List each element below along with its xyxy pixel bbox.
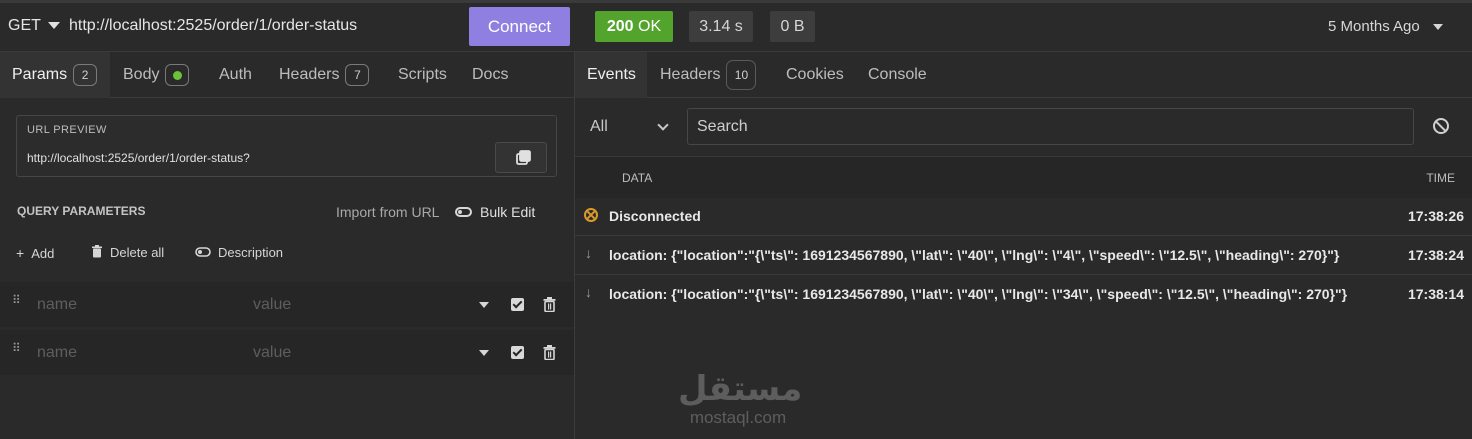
tab-console[interactable]: Console: [868, 52, 927, 98]
copy-url-button[interactable]: [495, 142, 547, 173]
add-param-button[interactable]: + Add: [16, 245, 54, 261]
history-dropdown[interactable]: 5 Months Ago: [1328, 18, 1420, 35]
bulk-edit-toggle-icon[interactable]: [455, 207, 472, 217]
tab-label: Headers: [279, 66, 340, 83]
param-value-input[interactable]: value: [253, 344, 291, 362]
events-table-header: DATA TIME: [575, 156, 1472, 198]
response-tabs: Events Headers 10 Cookies Console: [575, 52, 1472, 98]
tab-events[interactable]: Events: [575, 52, 647, 98]
trash-icon[interactable]: [543, 297, 556, 312]
copy-icon: [516, 150, 531, 165]
description-label: Description: [218, 245, 284, 260]
chevron-down-icon[interactable]: [1433, 24, 1443, 30]
param-name-input[interactable]: name: [37, 344, 77, 362]
url-preview-value: http://localhost:2525/order/1/order-stat…: [27, 151, 250, 165]
top-rule: [0, 0, 1472, 3]
toggle-icon: [195, 247, 211, 257]
tab-label: Params: [12, 66, 68, 83]
chevron-down-icon[interactable]: [479, 302, 489, 308]
tab-cookies[interactable]: Cookies: [786, 52, 844, 98]
status-text: OK: [638, 18, 662, 35]
tab-scripts[interactable]: Scripts: [398, 52, 447, 98]
url-preview: URL PREVIEW http://localhost:2525/order/…: [16, 115, 557, 177]
connect-button[interactable]: Connect: [469, 7, 570, 46]
chevron-down-icon[interactable]: [479, 350, 489, 356]
tab-auth[interactable]: Auth: [219, 52, 252, 98]
import-from-url-button[interactable]: Import from URL: [336, 204, 439, 220]
param-enabled-checkbox[interactable]: [511, 346, 524, 359]
event-search-input[interactable]: [687, 108, 1414, 145]
param-row: ⠿ name value: [0, 282, 574, 327]
chevron-down-icon[interactable]: [657, 119, 669, 131]
event-time: 17:38:24: [1407, 247, 1464, 263]
event-row[interactable]: Disconnected 17:38:26: [575, 197, 1472, 236]
tab-response-headers[interactable]: Headers 10: [660, 52, 757, 98]
add-label: Add: [31, 246, 55, 261]
param-name-input[interactable]: name: [37, 296, 77, 314]
params-count-badge: 2: [73, 63, 98, 86]
method-select[interactable]: GET: [8, 17, 41, 35]
status-dot-icon: [172, 71, 182, 81]
request-bar: GET http://localhost:2525/order/1/order-…: [0, 0, 1472, 52]
duration-badge: 3.14 s: [689, 11, 753, 42]
watermark-latin: mostaql.com: [689, 408, 787, 427]
method-caret-icon[interactable]: [48, 22, 60, 29]
event-time: 17:38:26: [1407, 208, 1464, 224]
tab-label: Headers: [660, 66, 721, 83]
status-code: 200: [606, 18, 634, 35]
trash-icon: [92, 245, 102, 258]
body-indicator-badge: [165, 63, 190, 86]
watermark-arabic: مستقل: [678, 370, 803, 408]
disconnect-icon: [584, 208, 598, 222]
tab-headers[interactable]: Headers 7: [279, 52, 370, 98]
bulk-edit-button[interactable]: Bulk Edit: [480, 204, 535, 220]
event-filter-select[interactable]: All: [590, 118, 608, 136]
arrow-down-icon: ↓: [585, 284, 592, 300]
delete-all-label: Delete all: [110, 245, 165, 260]
clear-events-icon[interactable]: [1433, 118, 1449, 134]
event-data: location: {"location":"{\"ts\": 16912345…: [609, 247, 1340, 263]
event-row[interactable]: ↓ location: {"location":"{\"ts\": 169123…: [575, 275, 1472, 314]
drag-handle-icon[interactable]: ⠿: [12, 294, 21, 306]
tab-label: Body: [123, 66, 160, 83]
event-time: 17:38:14: [1407, 286, 1464, 302]
delete-all-button[interactable]: Delete all: [91, 245, 164, 260]
status-badge: 200 OK: [595, 11, 673, 42]
headers-count-badge: 7: [345, 63, 370, 86]
plus-icon: +: [16, 245, 25, 261]
param-value-input[interactable]: value: [253, 296, 291, 314]
watermark-logo: مستقل mostaql.com: [678, 370, 803, 428]
response-headers-count-badge: 10: [726, 59, 757, 90]
description-toggle[interactable]: Description: [195, 245, 283, 260]
trash-icon[interactable]: [543, 345, 556, 360]
param-enabled-checkbox[interactable]: [511, 298, 524, 311]
event-row[interactable]: ↓ location: {"location":"{\"ts\": 169123…: [575, 236, 1472, 275]
url-input[interactable]: http://localhost:2525/order/1/order-stat…: [69, 17, 357, 35]
tab-body[interactable]: Body: [123, 52, 190, 98]
event-data: Disconnected: [609, 208, 701, 224]
event-data: location: {"location":"{\"ts\": 16912345…: [609, 286, 1348, 302]
url-preview-label: URL PREVIEW: [27, 124, 107, 136]
size-badge: 0 B: [770, 11, 815, 42]
param-row: ⠿ name value: [0, 330, 574, 375]
drag-handle-icon[interactable]: ⠿: [12, 342, 21, 354]
arrow-down-icon: ↓: [585, 245, 592, 261]
tab-params[interactable]: Params 2: [0, 52, 110, 98]
tab-docs[interactable]: Docs: [472, 52, 508, 98]
column-time: TIME: [1426, 171, 1455, 185]
request-tabs: Params 2 Body Auth Headers 7 Scripts Docs: [0, 52, 574, 98]
query-params-title: QUERY PARAMETERS: [17, 204, 146, 218]
column-data: DATA: [622, 171, 653, 185]
